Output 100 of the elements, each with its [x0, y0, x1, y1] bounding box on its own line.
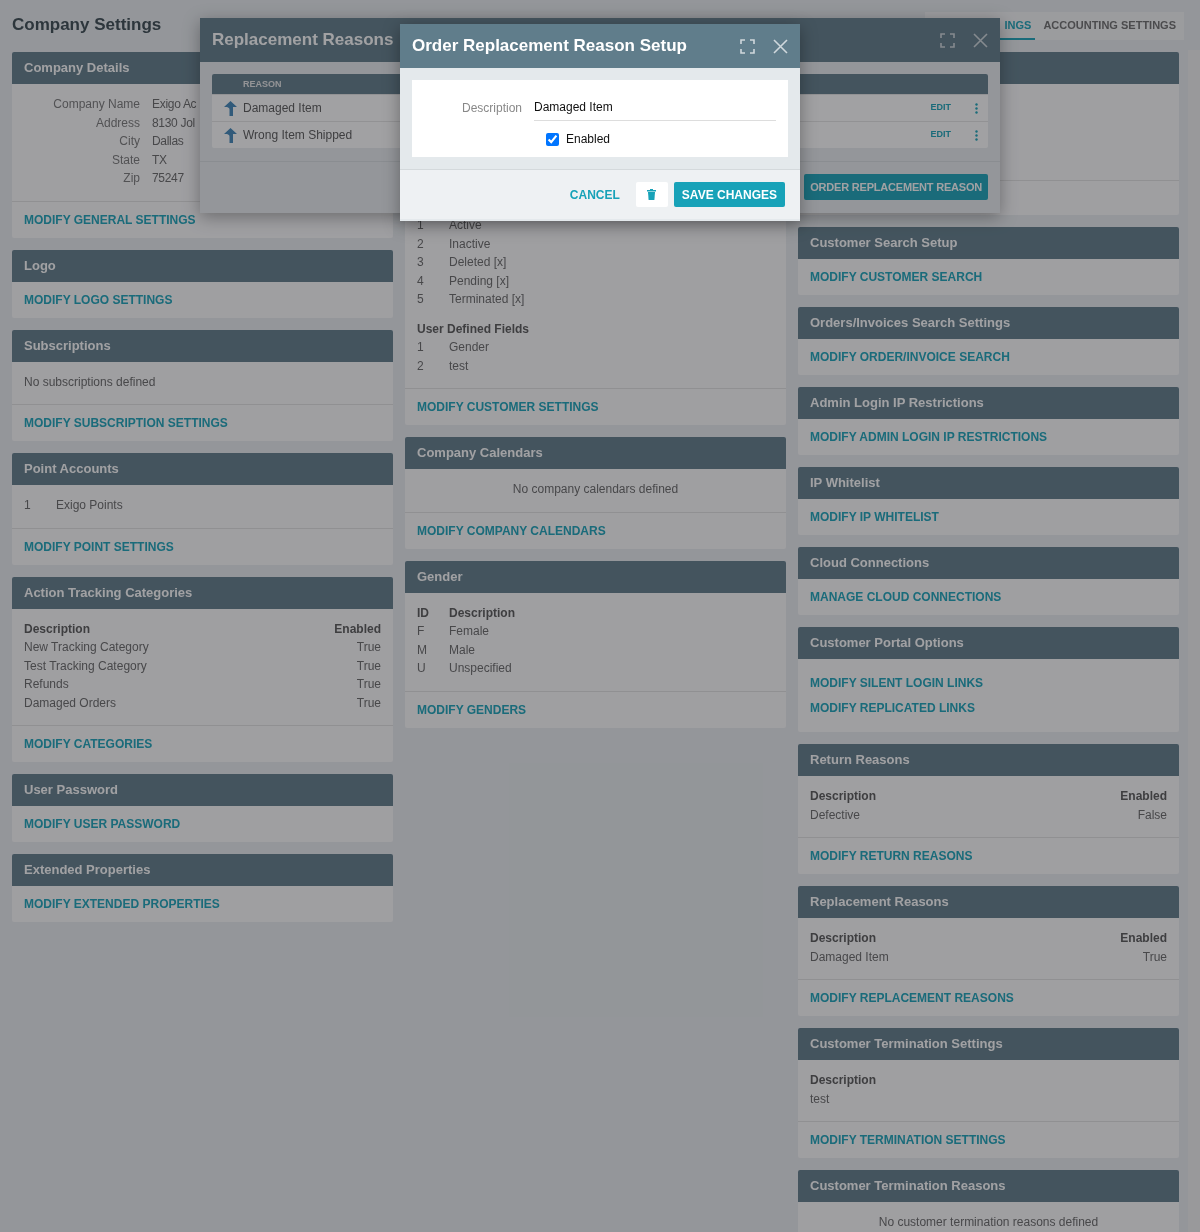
add-reason-button[interactable]: ORDER REPLACEMENT REASON [804, 174, 988, 200]
enabled-checkbox[interactable] [546, 132, 559, 146]
column-header: Description [810, 788, 876, 805]
column-header: Description [449, 604, 515, 622]
edit-link[interactable]: EDIT [930, 101, 951, 115]
list-item: Exigo Points [56, 497, 123, 514]
panel-header: Customer Termination Settings [798, 1028, 1179, 1060]
table-cell-text: Damaged Orders [24, 694, 117, 712]
table-cell-text: False [1137, 806, 1167, 824]
settings-link[interactable]: MODIFY LOGO SETTINGS [24, 291, 173, 308]
table-cell-text: True [356, 639, 381, 656]
fullscreen-icon[interactable] [940, 32, 955, 48]
close-icon[interactable] [973, 32, 988, 48]
settings-link[interactable]: MODIFY SILENT LOGIN LINKS [810, 675, 984, 691]
settings-link[interactable]: MODIFY GENDERS [417, 701, 527, 718]
save-button[interactable]: SAVE CHANGES [673, 182, 785, 207]
settings-link[interactable]: MODIFY ADMIN LOGIN IP RESTRICTIONS [810, 429, 1048, 445]
edit-link[interactable]: EDIT [930, 128, 951, 142]
list-number: U [417, 660, 427, 677]
panel-header: Point Accounts [12, 453, 393, 485]
fullscreen-icon[interactable] [740, 38, 755, 54]
field-label: Description [460, 99, 522, 117]
panel-header: Customer Portal Options [798, 627, 1179, 659]
field-label: State [110, 151, 140, 169]
settings-link[interactable]: MODIFY REPLICATED LINKS [810, 700, 975, 716]
list-number: 3 [417, 254, 425, 271]
panel-header: Gender [405, 560, 786, 593]
table-cell-text: Wrong Item Shipped [243, 127, 353, 144]
table-cell-text: True [356, 694, 381, 712]
table-cell-text: Defective [810, 806, 861, 824]
checkbox-label: Enabled [566, 131, 611, 148]
dialog-title: Order Replacement Reason Setup [412, 35, 687, 58]
list-number: 5 [417, 291, 425, 308]
list-number: 2 [417, 357, 425, 375]
panel-header: Action Tracking Categories [12, 576, 393, 609]
settings-link[interactable]: MODIFY CUSTOMER SETTINGS [417, 399, 599, 415]
field-label: Company Name [52, 96, 140, 113]
list-item: Gender [449, 339, 490, 356]
tab[interactable]: ACCOUNTING SETTINGS [1035, 12, 1184, 40]
page-title: Company Settings [12, 14, 162, 36]
settings-link[interactable]: MODIFY USER PASSWORD [24, 816, 181, 832]
empty-message: No customer termination reasons defined [878, 1215, 1099, 1229]
table-cell-text: New Tracking Category [24, 639, 149, 656]
table-cell-text: Test Tracking Category [24, 657, 147, 675]
field-label: City [118, 133, 140, 150]
column-header: Enabled [1120, 788, 1167, 805]
trash-icon [647, 189, 657, 200]
list-item: Female [449, 623, 489, 640]
panel-header: Return Reasons [798, 744, 1179, 776]
field-value: 8130 Jol [152, 114, 195, 132]
table-cell-text: True [356, 676, 381, 693]
list-heading: Description [810, 1073, 876, 1087]
list-number: F [417, 623, 426, 640]
settings-link[interactable]: MODIFY POINT SETTINGS [24, 538, 174, 555]
settings-link[interactable]: MODIFY RETURN REASONS [810, 848, 973, 864]
panel-header: Customer Termination Reasons [798, 1170, 1179, 1202]
field-value: Dallas [152, 133, 184, 150]
settings-link[interactable]: MODIFY SUBSCRIPTION SETTINGS [24, 415, 228, 431]
list-item: Active [449, 217, 482, 234]
settings-link[interactable]: MODIFY COMPANY CALENDARS [417, 522, 606, 539]
list-item: Deleted [x] [449, 254, 507, 271]
panel-header: User Password [12, 774, 393, 806]
settings-link[interactable]: MODIFY REPLACEMENT REASONS [810, 990, 1014, 1006]
list-item: Inactive [449, 235, 491, 253]
list-number: 4 [417, 272, 425, 290]
panel-header: Company Calendars [405, 437, 786, 469]
settings-link[interactable]: MODIFY CUSTOMER SEARCH [810, 269, 983, 285]
panel-header: Cloud Connections [798, 547, 1179, 579]
settings-link[interactable]: MANAGE CLOUD CONNECTIONS [810, 589, 1002, 605]
list-heading: User Defined Fields [417, 321, 530, 336]
field-value: TX [152, 151, 167, 169]
settings-link[interactable]: MODIFY ORDER/INVOICE SEARCH [810, 349, 1010, 365]
settings-link[interactable]: MODIFY CATEGORIES [24, 736, 153, 752]
settings-link[interactable]: MODIFY GENERAL SETTINGS [24, 211, 196, 228]
list-number: M [417, 641, 428, 659]
list-item: test [810, 1090, 830, 1108]
arrow-up-icon [224, 100, 237, 116]
settings-link[interactable]: MODIFY IP WHITELIST [810, 509, 939, 525]
kebab-menu-icon[interactable] [975, 129, 978, 141]
list-item: Pending [x] [449, 272, 510, 290]
column-header: Enabled [1120, 930, 1167, 947]
settings-link[interactable]: MODIFY EXTENDED PROPERTIES [24, 896, 220, 912]
panel-header: Extended Properties [12, 854, 393, 886]
column-header: Description [24, 620, 90, 638]
table-cell-text: True [356, 657, 381, 675]
panel-header: Admin Login IP Restrictions [798, 387, 1179, 419]
list-number: 1 [417, 339, 425, 356]
delete-button[interactable] [635, 182, 668, 207]
field-value: Exigo Ac [152, 96, 197, 113]
cancel-button[interactable]: CANCEL [559, 185, 630, 204]
settings-link[interactable]: MODIFY TERMINATION SETTINGS [810, 1132, 1006, 1148]
panel-header: Replacement Reasons [798, 886, 1179, 918]
kebab-menu-icon[interactable] [975, 102, 978, 114]
close-icon[interactable] [773, 38, 788, 54]
list-item: Terminated [x] [449, 291, 525, 308]
panel-header: Subscriptions [12, 329, 393, 362]
column-header: Enabled [334, 620, 381, 638]
table-cell-text: Damaged Item [810, 948, 889, 966]
panel-header: Customer Search Setup [798, 227, 1179, 259]
list-item: test [449, 357, 469, 375]
